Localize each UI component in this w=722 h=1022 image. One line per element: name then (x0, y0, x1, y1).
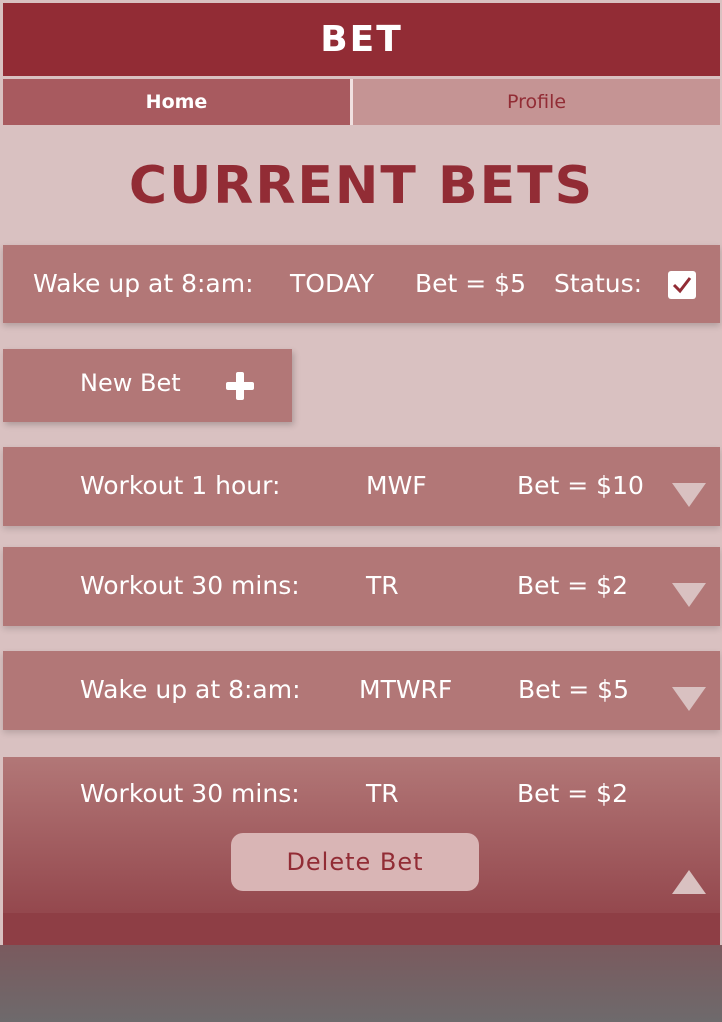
bet-days: MTWRF (359, 675, 453, 704)
app-title: BET (320, 19, 403, 60)
bet-goal: Wake up at 8:am: (80, 675, 301, 704)
tab-profile[interactable]: Profile (350, 79, 720, 125)
today-when: TODAY (290, 269, 375, 298)
tab-bar: Home Profile (3, 79, 720, 125)
plus-icon (226, 372, 254, 400)
today-bet-amount: Bet = $5 (415, 269, 526, 298)
new-bet-label: New Bet (80, 369, 181, 397)
bet-amount: Bet = $2 (517, 571, 628, 600)
bet-amount: Bet = $5 (518, 675, 629, 704)
bet-days: MWF (366, 471, 427, 500)
bet-row[interactable]: Wake up at 8:am: MTWRF Bet = $5 (3, 651, 720, 730)
bet-amount: Bet = $2 (517, 779, 628, 808)
status-checkbox[interactable] (668, 271, 696, 299)
status-label: Status: (554, 269, 643, 298)
main-content: CURRENT BETS Wake up at 8:am: TODAY Bet … (3, 127, 720, 945)
bottom-shadow (0, 945, 722, 1022)
check-icon (672, 277, 692, 294)
bet-days: TR (366, 779, 399, 808)
today-bet-row: Wake up at 8:am: TODAY Bet = $5 Status: (3, 245, 720, 323)
app-frame: BET Home Profile CURRENT BETS Wake up at… (0, 0, 722, 1022)
chevron-up-icon[interactable] (672, 870, 706, 894)
bet-row[interactable]: Workout 1 hour: MWF Bet = $10 (3, 447, 720, 526)
bet-row[interactable]: Workout 30 mins: TR Bet = $2 (3, 547, 720, 626)
delete-bet-button[interactable]: Delete Bet (231, 833, 479, 891)
chevron-down-icon[interactable] (672, 483, 706, 507)
today-goal: Wake up at 8:am: (33, 269, 254, 298)
chevron-down-icon[interactable] (672, 583, 706, 607)
footer-band (3, 913, 720, 945)
section-title: CURRENT BETS (128, 156, 595, 216)
bet-goal: Workout 30 mins: (80, 779, 300, 808)
bet-days: TR (366, 571, 399, 600)
bet-amount: Bet = $10 (517, 471, 644, 500)
bet-goal: Workout 30 mins: (80, 571, 300, 600)
bet-goal: Workout 1 hour: (80, 471, 281, 500)
tab-home[interactable]: Home (3, 79, 350, 125)
app-header: BET (3, 3, 720, 76)
new-bet-button[interactable]: New Bet (3, 349, 292, 422)
chevron-down-icon[interactable] (672, 687, 706, 711)
